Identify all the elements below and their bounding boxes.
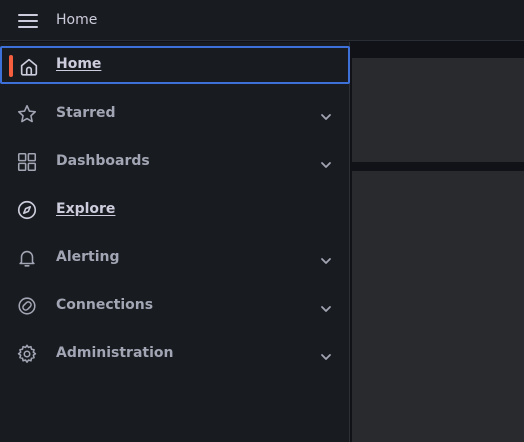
sidebar-item-label: Connections xyxy=(56,297,154,313)
chevron-down-icon[interactable] xyxy=(320,108,332,120)
connections-icon xyxy=(16,295,38,317)
compass-icon xyxy=(16,199,38,221)
sidebar-item-label: Explore xyxy=(56,201,116,217)
bell-icon xyxy=(16,247,38,269)
sidebar-item-starred[interactable]: Starred xyxy=(0,95,350,133)
content-panel xyxy=(352,171,524,442)
content-panel xyxy=(352,58,524,162)
chevron-down-icon[interactable] xyxy=(320,252,332,264)
apps-grid-icon xyxy=(16,151,38,173)
home-icon xyxy=(18,56,40,78)
sidebar-item-connections[interactable]: Connections xyxy=(0,287,350,325)
breadcrumb-home[interactable]: Home xyxy=(56,12,97,29)
sidebar-item-explore[interactable]: Explore xyxy=(0,191,350,229)
sidebar-menu: Home Starred Dashboards Explore Alerting… xyxy=(0,42,350,442)
sidebar-item-alerting[interactable]: Alerting xyxy=(0,239,350,277)
gear-icon xyxy=(16,343,38,365)
star-icon xyxy=(16,103,38,125)
sidebar-item-dashboards[interactable]: Dashboards xyxy=(0,143,350,181)
sidebar-item-label: Home xyxy=(56,56,102,72)
chevron-down-icon[interactable] xyxy=(320,300,332,312)
sidebar-item-label: Alerting xyxy=(56,249,120,265)
sidebar-item-label: Administration xyxy=(56,345,174,361)
chevron-down-icon[interactable] xyxy=(320,156,332,168)
top-bar: Home xyxy=(0,0,524,41)
hamburger-menu-icon[interactable] xyxy=(14,9,42,33)
sidebar-item-home[interactable]: Home xyxy=(0,46,350,84)
sidebar-item-label: Dashboards xyxy=(56,153,150,169)
sidebar-item-label: Starred xyxy=(56,105,116,121)
sidebar-item-administration[interactable]: Administration xyxy=(0,335,350,373)
chevron-down-icon[interactable] xyxy=(320,348,332,360)
active-indicator xyxy=(9,55,13,77)
